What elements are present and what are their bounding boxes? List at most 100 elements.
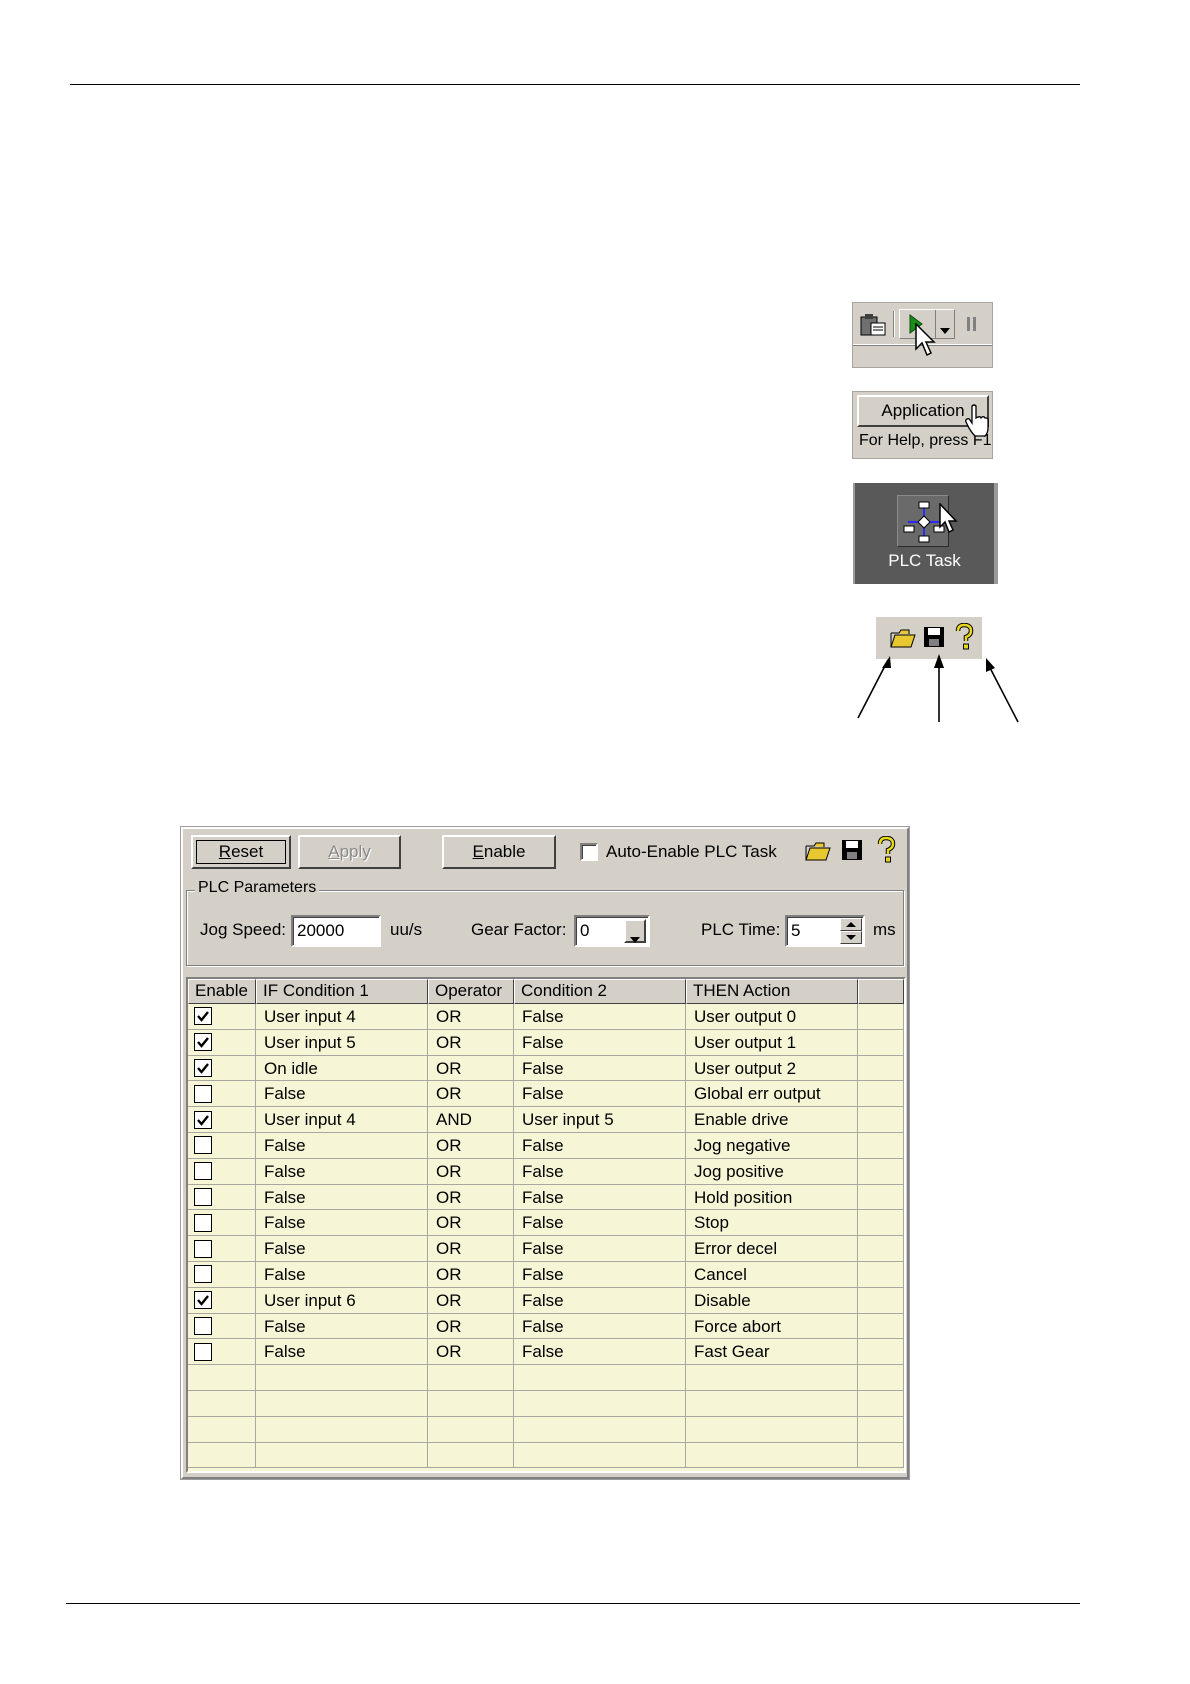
enable-cell[interactable] <box>188 1236 256 1262</box>
table-row[interactable]: User input 4 AND User input 5 Enable drive <box>188 1107 904 1133</box>
if-condition-1-cell[interactable]: User input 4 <box>256 1107 428 1133</box>
enable-checkbox[interactable] <box>194 1342 212 1361</box>
operator-cell[interactable]: OR <box>428 1081 514 1108</box>
enable-cell[interactable] <box>188 1029 256 1056</box>
table-row[interactable]: False OR False Fast Gear <box>188 1339 904 1366</box>
enable-checkbox[interactable] <box>194 1316 212 1335</box>
operator-cell[interactable]: OR <box>428 1210 514 1237</box>
table-row[interactable] <box>188 1442 904 1469</box>
if-condition-1-cell[interactable]: False <box>256 1261 428 1288</box>
then-action-cell[interactable]: Fast Gear <box>686 1339 858 1366</box>
enable-cell[interactable] <box>188 1261 256 1288</box>
enable-checkbox[interactable] <box>194 1136 212 1155</box>
if-condition-1-cell[interactable]: On idle <box>256 1055 428 1082</box>
table-row[interactable] <box>188 1390 904 1417</box>
header-operator[interactable]: Operator <box>428 979 514 1004</box>
enable-checkbox[interactable] <box>194 1239 212 1258</box>
auto-enable-box[interactable] <box>580 843 598 861</box>
enable-checkbox[interactable] <box>194 1084 212 1103</box>
operator-cell[interactable] <box>428 1442 514 1469</box>
then-action-cell[interactable]: Hold position <box>686 1184 858 1211</box>
if-condition-1-cell[interactable] <box>256 1442 428 1469</box>
gear-factor-dropdown-button[interactable] <box>624 919 646 943</box>
reset-button[interactable]: Reset <box>191 835 291 869</box>
if-condition-1-cell[interactable]: False <box>256 1339 428 1366</box>
then-action-cell[interactable] <box>686 1390 858 1417</box>
if-condition-1-cell[interactable] <box>256 1416 428 1443</box>
table-row[interactable]: On idle OR False User output 2 <box>188 1055 904 1082</box>
then-action-cell[interactable]: Stop <box>686 1210 858 1237</box>
table-row[interactable]: False OR False Force abort <box>188 1313 904 1340</box>
if-condition-1-cell[interactable]: False <box>256 1236 428 1262</box>
condition-2-cell[interactable]: False <box>514 1313 686 1340</box>
table-row[interactable]: False OR False Jog positive <box>188 1158 904 1185</box>
condition-2-cell[interactable]: False <box>514 1055 686 1082</box>
spin-up-button[interactable] <box>840 918 862 931</box>
if-condition-1-cell[interactable]: User input 5 <box>256 1029 428 1056</box>
operator-cell[interactable] <box>428 1365 514 1391</box>
if-condition-1-cell[interactable]: False <box>256 1313 428 1340</box>
condition-2-cell[interactable] <box>514 1390 686 1417</box>
condition-2-cell[interactable]: False <box>514 1261 686 1288</box>
table-row[interactable] <box>188 1365 904 1391</box>
if-condition-1-cell[interactable]: False <box>256 1210 428 1237</box>
enable-checkbox[interactable] <box>194 1033 212 1052</box>
enable-checkbox[interactable] <box>194 1007 212 1026</box>
enable-checkbox[interactable] <box>194 1162 212 1181</box>
enable-cell[interactable] <box>188 1184 256 1211</box>
help-icon[interactable] <box>873 836 899 863</box>
if-condition-1-cell[interactable] <box>256 1390 428 1417</box>
if-condition-1-cell[interactable] <box>256 1365 428 1391</box>
pause-icon[interactable] <box>965 316 979 337</box>
table-row[interactable]: False OR False Jog negative <box>188 1132 904 1159</box>
table-row[interactable]: User input 4 OR False User output 0 <box>188 1004 904 1030</box>
operator-cell[interactable]: OR <box>428 1287 514 1314</box>
if-condition-1-cell[interactable]: User input 4 <box>256 1004 428 1030</box>
if-condition-1-cell[interactable]: False <box>256 1132 428 1159</box>
condition-2-cell[interactable]: User input 5 <box>514 1107 686 1133</box>
operator-cell[interactable]: OR <box>428 1261 514 1288</box>
enable-cell[interactable] <box>188 1339 256 1366</box>
operator-cell[interactable] <box>428 1416 514 1443</box>
enable-cell[interactable] <box>188 1132 256 1159</box>
condition-2-cell[interactable]: False <box>514 1029 686 1056</box>
enable-checkbox[interactable] <box>194 1213 212 1232</box>
enable-cell[interactable] <box>188 1107 256 1133</box>
then-action-cell[interactable]: Jog negative <box>686 1132 858 1159</box>
header-enable[interactable]: Enable <box>188 979 256 1004</box>
operator-cell[interactable]: OR <box>428 1339 514 1366</box>
open-folder-icon[interactable] <box>805 837 831 863</box>
then-action-cell[interactable]: User output 2 <box>686 1055 858 1082</box>
condition-2-cell[interactable]: False <box>514 1158 686 1185</box>
then-action-cell[interactable]: Force abort <box>686 1313 858 1340</box>
enable-checkbox[interactable] <box>194 1265 212 1284</box>
then-action-cell[interactable] <box>686 1442 858 1469</box>
operator-cell[interactable]: OR <box>428 1236 514 1262</box>
then-action-cell[interactable]: Jog positive <box>686 1158 858 1185</box>
dropdown-arrow-icon[interactable] <box>940 321 950 339</box>
table-row[interactable]: False OR False Error decel <box>188 1236 904 1262</box>
if-condition-1-cell[interactable]: User input 6 <box>256 1287 428 1314</box>
then-action-cell[interactable]: Global err output <box>686 1081 858 1108</box>
jog-speed-input[interactable]: 20000 <box>291 915 381 947</box>
condition-2-cell[interactable] <box>514 1416 686 1443</box>
header-then-action[interactable]: THEN Action <box>686 979 858 1004</box>
table-row[interactable]: False OR False Cancel <box>188 1261 904 1288</box>
condition-2-cell[interactable] <box>514 1365 686 1391</box>
then-action-cell[interactable] <box>686 1365 858 1391</box>
enable-button[interactable]: Enable <box>442 835 556 869</box>
condition-2-cell[interactable]: False <box>514 1339 686 1366</box>
enable-cell[interactable] <box>188 1210 256 1237</box>
enable-cell[interactable] <box>188 1004 256 1030</box>
if-condition-1-cell[interactable]: False <box>256 1184 428 1211</box>
enable-cell[interactable] <box>188 1081 256 1108</box>
then-action-cell[interactable] <box>686 1416 858 1443</box>
condition-2-cell[interactable] <box>514 1442 686 1469</box>
then-action-cell[interactable]: Error decel <box>686 1236 858 1262</box>
enable-checkbox[interactable] <box>194 1187 212 1206</box>
condition-2-cell[interactable]: False <box>514 1236 686 1262</box>
condition-2-cell[interactable]: False <box>514 1184 686 1211</box>
table-row[interactable] <box>188 1416 904 1443</box>
table-row[interactable]: User input 5 OR False User output 1 <box>188 1029 904 1056</box>
then-action-cell[interactable]: Disable <box>686 1287 858 1314</box>
